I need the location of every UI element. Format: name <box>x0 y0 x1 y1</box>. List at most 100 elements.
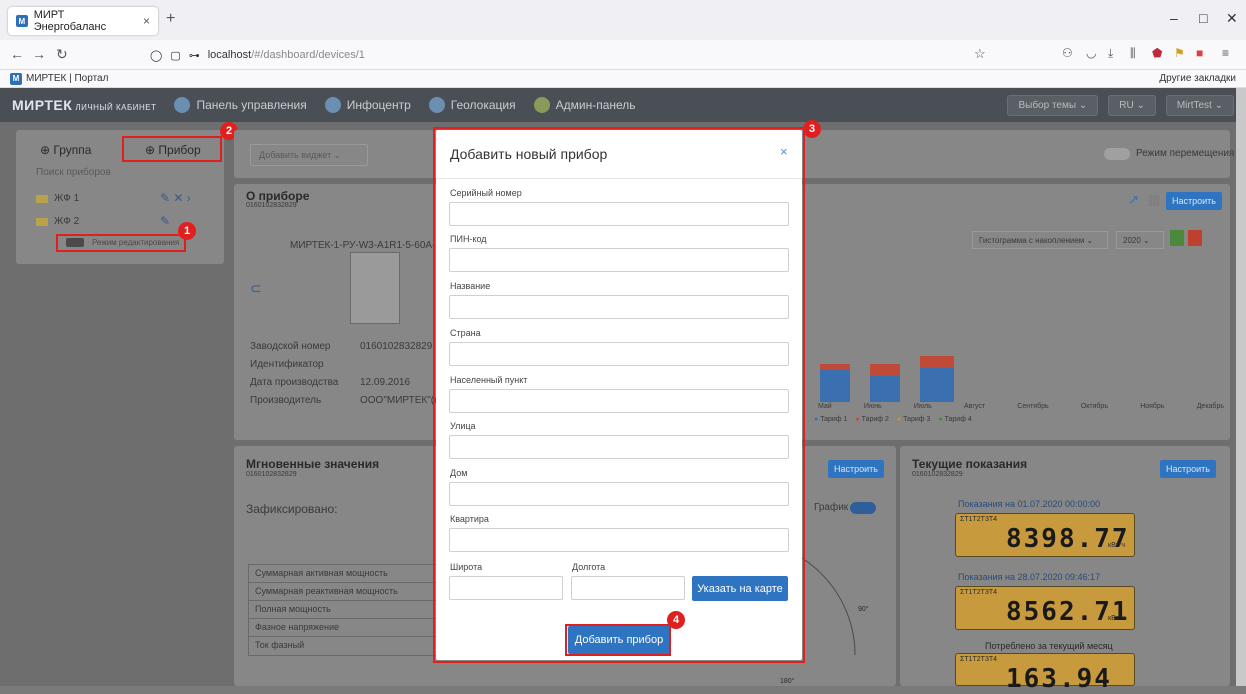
search-devices-input[interactable]: Поиск приборов <box>36 167 111 178</box>
move-mode-label: Режим перемещения <box>1136 148 1235 159</box>
menu-label: Админ-панель <box>555 98 636 112</box>
about-value: 0160102832829 <box>360 341 433 352</box>
logo-text: MИРТЕК <box>12 97 73 113</box>
legend-label: Тариф 1 <box>820 416 848 423</box>
month-axis: Май Июнь Июль Август Сентябрь Октябрь Но… <box>818 403 1224 410</box>
graph-toggle[interactable] <box>850 502 876 514</box>
ublock-icon[interactable]: ⬟ <box>1152 46 1162 60</box>
table-row: Полная мощность <box>249 601 437 619</box>
user-menu[interactable]: MirtTest ⌄ <box>1165 94 1234 116</box>
meter-display-3: ΣT1T2T3T4 163.94 <box>955 653 1135 694</box>
app-logo[interactable]: MИРТЕК ЛИЧНЫЙ КАБИНЕТ <box>12 97 156 113</box>
excel-export-icon[interactable] <box>1170 230 1184 246</box>
about-key: Заводской номер <box>250 341 331 352</box>
bar-july-tariff1 <box>920 368 954 402</box>
reload-icon[interactable]: ↻ <box>56 46 68 63</box>
download-icon[interactable]: ⤓ <box>1108 46 1113 61</box>
menu-admin[interactable]: Админ-панель <box>533 97 636 113</box>
menu-label: Инфоцентр <box>346 98 411 112</box>
url-path: /#/dashboard/devices/1 <box>251 49 365 61</box>
forward-icon[interactable]: → <box>32 46 46 62</box>
back-icon[interactable]: ← <box>10 46 24 62</box>
menu-geolocation[interactable]: Геолокация <box>428 97 516 113</box>
new-tab-button[interactable]: + <box>166 10 175 28</box>
app-header: MИРТЕК ЛИЧНЫЙ КАБИНЕТ Панель управления И… <box>0 88 1246 122</box>
readings-configure-button[interactable]: Настроить <box>1160 460 1216 478</box>
chart-type-select[interactable]: Гистограмма с накоплением ⌄ <box>972 231 1108 249</box>
tab-close-icon[interactable]: × <box>143 14 150 28</box>
edit-icon[interactable]: ✎ ✕ › <box>160 191 191 205</box>
page-scrollbar[interactable] <box>1236 88 1246 686</box>
theme-select[interactable]: Выбор темы ⌄ <box>1007 94 1099 116</box>
sidebar-item-zhf2[interactable]: ЖФ 2 <box>54 216 79 227</box>
chart-configure-button[interactable]: Настроить <box>1166 192 1222 210</box>
move-mode-toggle[interactable] <box>1104 148 1130 160</box>
month-label: Сентябрь <box>1017 403 1049 410</box>
bar-june-tariff2 <box>870 364 900 376</box>
app-favicon-icon: М <box>16 15 28 27</box>
other-bookmarks[interactable]: Другие закладки <box>1159 73 1236 84</box>
pdf-export-icon[interactable] <box>1188 230 1202 246</box>
shield-icon: ◯ <box>150 49 163 62</box>
meter-value-2: 8562.71 <box>1006 597 1130 627</box>
month-label: Май <box>818 403 832 410</box>
about-key: Производитель <box>250 395 322 406</box>
meter-unit: кВт*ч <box>1108 615 1126 622</box>
address-bar[interactable]: ◯ ▢ ⊶ localhost/#/dashboard/devices/1 <box>150 44 990 66</box>
page-icon: ▢ <box>170 49 181 62</box>
language-select[interactable]: RU ⌄ <box>1108 94 1156 116</box>
add-widget-select[interactable]: Добавить виджет ⌄ <box>250 144 368 166</box>
instant-configure-button[interactable]: Настроить <box>828 460 884 478</box>
table-icon[interactable]: ▥ <box>1148 192 1160 208</box>
line-chart-icon[interactable]: ↗ <box>1128 192 1139 208</box>
bar-may-tariff1 <box>820 370 850 402</box>
annotation-box-4 <box>565 624 671 656</box>
extension-icon[interactable]: ⚑ <box>1174 46 1185 60</box>
sidebar-item-zhf1[interactable]: ЖФ 1 <box>54 193 79 204</box>
about-title: О приборе <box>246 189 310 203</box>
folder-icon <box>36 218 48 226</box>
logo-subtitle: ЛИЧНЫЙ КАБИНЕТ <box>75 103 157 112</box>
readings-serial: 0160102832829 <box>912 471 963 478</box>
menu-dashboard[interactable]: Панель управления <box>174 97 307 113</box>
reading-date-2: Показания на 28.07.2020 09:46:17 <box>958 572 1101 582</box>
month-label: Август <box>963 403 986 410</box>
browser-tabbar <box>0 0 1246 40</box>
fixed-label: Зафиксировано: <box>246 502 338 516</box>
about-serial: 0160102832829 <box>246 202 297 209</box>
maximize-icon[interactable]: □ <box>1199 10 1207 26</box>
library-icon[interactable]: ⫼ <box>1130 46 1136 61</box>
annotation-box-3 <box>433 127 805 663</box>
edit-icon[interactable]: ✎ <box>160 214 170 228</box>
close-window-icon[interactable]: ✕ <box>1226 10 1238 27</box>
instant-table: Суммарная активная мощность Суммарная ре… <box>248 564 438 656</box>
prev-arrow-icon[interactable]: ⊂ <box>250 280 262 297</box>
year-select[interactable]: 2020 ⌄ <box>1116 231 1164 249</box>
flag-icon[interactable]: ■ <box>1196 46 1203 60</box>
pocket-icon[interactable]: ◡ <box>1086 46 1096 60</box>
edit-mode-toggle[interactable] <box>66 238 84 247</box>
minimize-icon[interactable]: – <box>1170 10 1178 26</box>
meter-photo <box>350 252 400 324</box>
tariff-indicators: ΣT1T2T3T4 <box>960 589 998 596</box>
menu-infocenter[interactable]: Инфоцентр <box>324 97 411 113</box>
users-icon <box>533 97 550 113</box>
add-group-button[interactable]: ⊕ Группа <box>40 143 91 157</box>
browser-tab[interactable]: М МИРТ Энергобаланс × <box>8 7 158 35</box>
bookmark-star-icon[interactable]: ☆ <box>974 46 986 62</box>
url-host: localhost <box>207 49 252 61</box>
table-row: Фазное напряжение <box>249 619 437 637</box>
dashboard-icon <box>174 97 191 113</box>
account-icon[interactable]: ⚇ <box>1062 46 1073 60</box>
table-row: Суммарная активная мощность <box>249 565 437 583</box>
month-label: Июль <box>913 403 932 410</box>
annotation-badge-3: 3 <box>803 120 821 138</box>
angle-90-label: 90° <box>858 606 869 613</box>
meter-value-1: 8398.77 <box>1006 524 1130 554</box>
menu-icon[interactable]: ≡ <box>1222 46 1229 60</box>
bookmark-portal[interactable]: МИРТЕК | Портал <box>26 73 108 84</box>
instant-serial: 0160102832829 <box>246 471 297 478</box>
edit-mode-label: Режим редактирования <box>92 238 180 247</box>
legend-item: ● Тариф 3 <box>896 416 931 423</box>
bar-may-tariff2 <box>820 364 850 370</box>
